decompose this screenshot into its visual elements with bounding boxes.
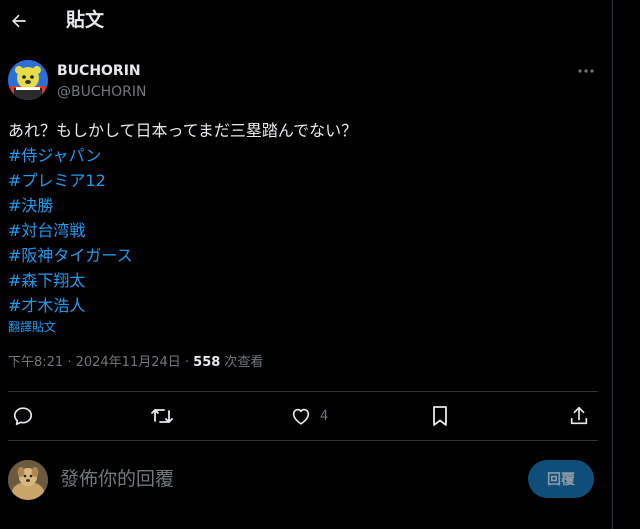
hashtag-link[interactable]: #対台湾戦 — [8, 218, 598, 243]
reply-button[interactable] — [12, 404, 34, 428]
like-icon — [292, 408, 310, 425]
hashtag-link[interactable]: #阪神タイガース — [8, 243, 598, 268]
share-icon — [570, 406, 588, 425]
post-metadata: 下午8:21 · 2024年11月24日 · 558 次查看 — [8, 354, 263, 372]
reply-submit-button[interactable]: 回覆 — [528, 460, 594, 498]
translate-post-link[interactable]: 翻譯貼文 — [8, 319, 56, 335]
divider — [8, 440, 598, 441]
author-name[interactable]: BUCHORIN — [57, 62, 141, 80]
hashtag-link[interactable]: #プレミア12 — [8, 168, 598, 193]
share-button[interactable] — [568, 404, 590, 428]
repost-icon — [151, 409, 173, 423]
more-options-button[interactable] — [572, 58, 600, 84]
hashtag-link[interactable]: #決勝 — [8, 193, 598, 218]
tweet-detail-column: 貼文 BUCHORIN @BUCHORIN あれ？もしかして日本ってまだ三塁踏ん… — [0, 0, 612, 529]
page-title: 貼文 — [66, 9, 105, 31]
avatar-image — [8, 60, 48, 100]
avatar-image — [8, 460, 48, 500]
like-button[interactable]: 4 — [290, 404, 328, 428]
views-count: 558 — [193, 355, 221, 370]
author-avatar[interactable] — [8, 60, 48, 100]
bookmark-button[interactable] — [430, 404, 450, 428]
reply-input[interactable]: 發佈你的回覆 — [60, 466, 174, 492]
more-icon — [578, 69, 594, 73]
views-label: 次查看 — [220, 355, 264, 370]
column-border — [612, 0, 613, 529]
hashtag-link[interactable]: #森下翔太 — [8, 268, 598, 293]
back-arrow-icon — [12, 14, 26, 28]
page-header: 貼文 — [0, 0, 612, 42]
divider — [8, 391, 598, 392]
like-count: 4 — [320, 408, 329, 424]
bookmark-icon — [433, 406, 447, 426]
reply-icon — [13, 407, 33, 426]
post-timestamp[interactable]: 下午8:21 · 2024年11月24日 · — [8, 355, 193, 370]
back-button[interactable] — [2, 4, 36, 38]
post-text: あれ？もしかして日本ってまだ三塁踏んでない？ — [8, 121, 358, 140]
author-handle[interactable]: @BUCHORIN — [57, 83, 147, 101]
current-user-avatar[interactable] — [8, 460, 48, 500]
repost-button[interactable] — [150, 404, 174, 428]
post-body: あれ？もしかして日本ってまだ三塁踏んでない？ #侍ジャパン #プレミア12 #決… — [8, 118, 598, 318]
hashtag-link[interactable]: #侍ジャパン — [8, 143, 598, 168]
hashtag-link[interactable]: #才木浩人 — [8, 293, 598, 318]
